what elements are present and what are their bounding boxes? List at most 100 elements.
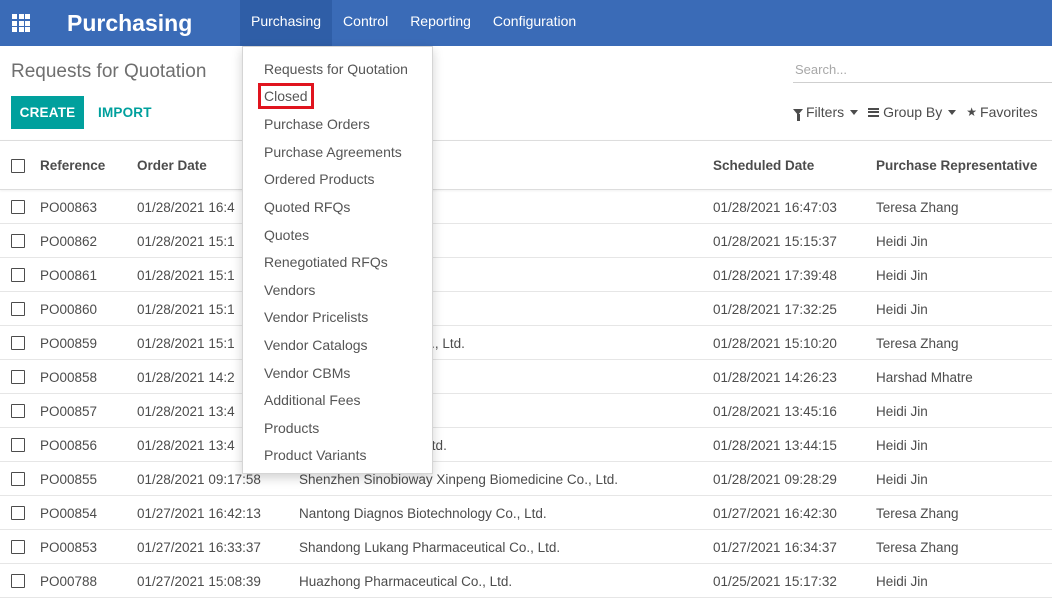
page-title: Requests for Quotation bbox=[11, 61, 207, 82]
cell-scheduled-date: 01/28/2021 09:28:29 bbox=[713, 472, 837, 487]
dropdown-item-quoted-rfqs[interactable]: Quoted RFQs bbox=[264, 198, 350, 216]
create-button[interactable]: CREATE bbox=[11, 96, 84, 129]
menu-configuration[interactable]: Configuration bbox=[482, 0, 587, 46]
favorites-label: Favorites bbox=[980, 104, 1038, 120]
cell-order-date: 01/28/2021 13:4 bbox=[137, 438, 235, 453]
cell-order-date: 01/28/2021 14:2 bbox=[137, 370, 235, 385]
table-row[interactable]: PO0086101/28/2021 15:1& EXP Co., Ltd.01/… bbox=[0, 258, 1052, 292]
cell-scheduled-date: 01/28/2021 15:10:20 bbox=[713, 336, 837, 351]
dropdown-item-requests-for-quotation[interactable]: Requests for Quotation bbox=[264, 60, 408, 78]
filters-toggle[interactable]: Filters bbox=[793, 104, 859, 121]
import-button[interactable]: IMPORT bbox=[98, 96, 152, 129]
menu-reporting[interactable]: Reporting bbox=[399, 0, 482, 46]
cell-scheduled-date: 01/27/2021 16:42:30 bbox=[713, 506, 837, 521]
cell-representative: Teresa Zhang bbox=[876, 540, 959, 555]
app-brand[interactable]: Purchasing bbox=[67, 10, 240, 37]
favorites-toggle[interactable]: ★ Favorites bbox=[966, 104, 1037, 120]
caret-down-icon bbox=[850, 109, 859, 115]
row-checkbox[interactable] bbox=[11, 404, 25, 418]
table-row[interactable]: PO0085701/28/2021 13:4utical Co., Ltd.01… bbox=[0, 394, 1052, 428]
filter-icon bbox=[793, 109, 803, 121]
table-row[interactable]: PO00855 01/28/2021 09:17:58 Shenzhen Sinob… bbox=[0, 462, 1052, 496]
cell-scheduled-date: 01/28/2021 17:39:48 bbox=[713, 268, 837, 283]
cell-representative: Heidi Jin bbox=[876, 234, 928, 249]
row-checkbox[interactable] bbox=[11, 472, 25, 486]
cell-representative: Heidi Jin bbox=[876, 438, 928, 453]
dropdown-item-vendor-catalogs[interactable]: Vendor Catalogs bbox=[264, 336, 368, 354]
cell-representative: Heidi Jin bbox=[876, 302, 928, 317]
dropdown-item-purchase-orders[interactable]: Purchase Orders bbox=[264, 115, 370, 133]
dropdown-item-vendor-pricelists[interactable]: Vendor Pricelists bbox=[264, 308, 368, 326]
cell-order-date: 01/28/2021 15:1 bbox=[137, 302, 235, 317]
column-reference[interactable]: Reference bbox=[40, 158, 105, 173]
column-scheduled-date[interactable]: Scheduled Date bbox=[713, 158, 814, 173]
cell-order-date: 01/28/2021 15:1 bbox=[137, 268, 235, 283]
row-checkbox[interactable] bbox=[11, 268, 25, 282]
cell-reference: PO00853 bbox=[40, 540, 98, 555]
select-all-checkbox[interactable] bbox=[11, 159, 25, 173]
cell-reference: PO00858 bbox=[40, 370, 98, 385]
row-checkbox[interactable] bbox=[11, 438, 25, 452]
groupby-toggle[interactable]: Group By bbox=[868, 104, 957, 120]
cell-order-date: 01/27/2021 16:33:37 bbox=[137, 540, 261, 555]
row-checkbox[interactable] bbox=[11, 540, 25, 554]
cell-reference: PO00862 bbox=[40, 234, 98, 249]
cell-reference: PO00857 bbox=[40, 404, 98, 419]
dropdown-item-ordered-products[interactable]: Ordered Products bbox=[264, 170, 375, 188]
dropdown-item-renegotiated-rfqs[interactable]: Renegotiated RFQs bbox=[264, 253, 388, 271]
search-box bbox=[793, 57, 1052, 83]
menu-control[interactable]: Control bbox=[332, 0, 399, 46]
table-row[interactable]: PO0085601/28/2021 13:4Pharmaceutical Co.… bbox=[0, 428, 1052, 462]
cell-reference: PO00788 bbox=[40, 574, 98, 589]
table-row[interactable]: PO0085901/28/2021 15:1Medical Apparatus … bbox=[0, 326, 1052, 360]
cell-representative: Heidi Jin bbox=[876, 268, 928, 283]
cell-scheduled-date: 01/28/2021 16:47:03 bbox=[713, 200, 837, 215]
cell-order-date: 01/28/2021 16:4 bbox=[137, 200, 235, 215]
row-checkbox[interactable] bbox=[11, 234, 25, 248]
cell-representative: Heidi Jin bbox=[876, 404, 928, 419]
cell-reference: PO00854 bbox=[40, 506, 98, 521]
cell-order-date: 01/28/2021 13:4 bbox=[137, 404, 235, 419]
purchasing-dropdown-menu: Requests for Quotation Closed Purchase Ord… bbox=[242, 46, 433, 474]
cell-scheduled-date: 01/27/2021 16:34:37 bbox=[713, 540, 837, 555]
table-row[interactable]: PO0086301/28/2021 16:4echnology Co., Ltd… bbox=[0, 190, 1052, 224]
table-row[interactable]: PO0086001/28/2021 15:1Technology Co., Lt… bbox=[0, 292, 1052, 326]
table-row[interactable]: PO00788 01/27/2021 15:08:39 Huazhong Pharm… bbox=[0, 564, 1052, 598]
apps-menu-button[interactable] bbox=[0, 0, 42, 46]
cell-vendor: Huazhong Pharmaceutical Co., Ltd. bbox=[299, 574, 513, 589]
cell-vendor: Nantong Diagnos Biotechnology Co., Ltd. bbox=[299, 506, 547, 521]
cell-order-date: 01/28/2021 15:1 bbox=[137, 336, 235, 351]
dropdown-item-quotes[interactable]: Quotes bbox=[264, 226, 309, 244]
dropdown-item-additional-fees[interactable]: Additional Fees bbox=[264, 391, 361, 409]
filter-bar: Filters Group By ★ Favorites bbox=[793, 102, 1048, 122]
dropdown-item-products[interactable]: Products bbox=[264, 419, 319, 437]
column-order-date[interactable]: Order Date bbox=[137, 158, 207, 173]
cell-vendor: Shandong Lukang Pharmaceutical Co., Ltd. bbox=[299, 540, 561, 555]
row-checkbox[interactable] bbox=[11, 200, 25, 214]
cell-scheduled-date: 01/28/2021 13:45:16 bbox=[713, 404, 837, 419]
dropdown-item-purchase-agreements[interactable]: Purchase Agreements bbox=[264, 143, 402, 161]
cell-scheduled-date: 01/28/2021 14:26:23 bbox=[713, 370, 837, 385]
cell-scheduled-date: 01/28/2021 13:44:15 bbox=[713, 438, 837, 453]
row-checkbox[interactable] bbox=[11, 336, 25, 350]
dropdown-item-closed[interactable]: Closed bbox=[258, 83, 314, 109]
row-checkbox[interactable] bbox=[11, 506, 25, 520]
column-representative[interactable]: Purchase Representative bbox=[876, 158, 1037, 173]
row-checkbox[interactable] bbox=[11, 370, 25, 384]
cell-scheduled-date: 01/28/2021 17:32:25 bbox=[713, 302, 837, 317]
table-row[interactable]: PO00854 01/27/2021 16:42:13 Nantong Diagno… bbox=[0, 496, 1052, 530]
table-row[interactable]: PO00853 01/27/2021 16:33:37 Shandong Lukan… bbox=[0, 530, 1052, 564]
groupby-label: Group By bbox=[883, 104, 943, 120]
search-input[interactable] bbox=[793, 57, 1052, 81]
dropdown-item-product-variants[interactable]: Product Variants bbox=[264, 446, 366, 464]
dropdown-item-vendors[interactable]: Vendors bbox=[264, 281, 315, 299]
row-checkbox[interactable] bbox=[11, 302, 25, 316]
dropdown-item-vendor-cbms[interactable]: Vendor CBMs bbox=[264, 364, 350, 382]
caret-down-icon bbox=[948, 109, 957, 115]
menu-purchasing[interactable]: Purchasing bbox=[240, 0, 333, 46]
table-row[interactable]: PO0086201/28/2021 15:1armaceutical Co., … bbox=[0, 224, 1052, 258]
table-row[interactable]: PO00858 01/28/2021 14:2 01/28/2021 14:26:2… bbox=[0, 360, 1052, 394]
row-checkbox[interactable] bbox=[11, 574, 25, 588]
cell-reference: PO00856 bbox=[40, 438, 98, 453]
cell-representative: Heidi Jin bbox=[876, 574, 928, 589]
